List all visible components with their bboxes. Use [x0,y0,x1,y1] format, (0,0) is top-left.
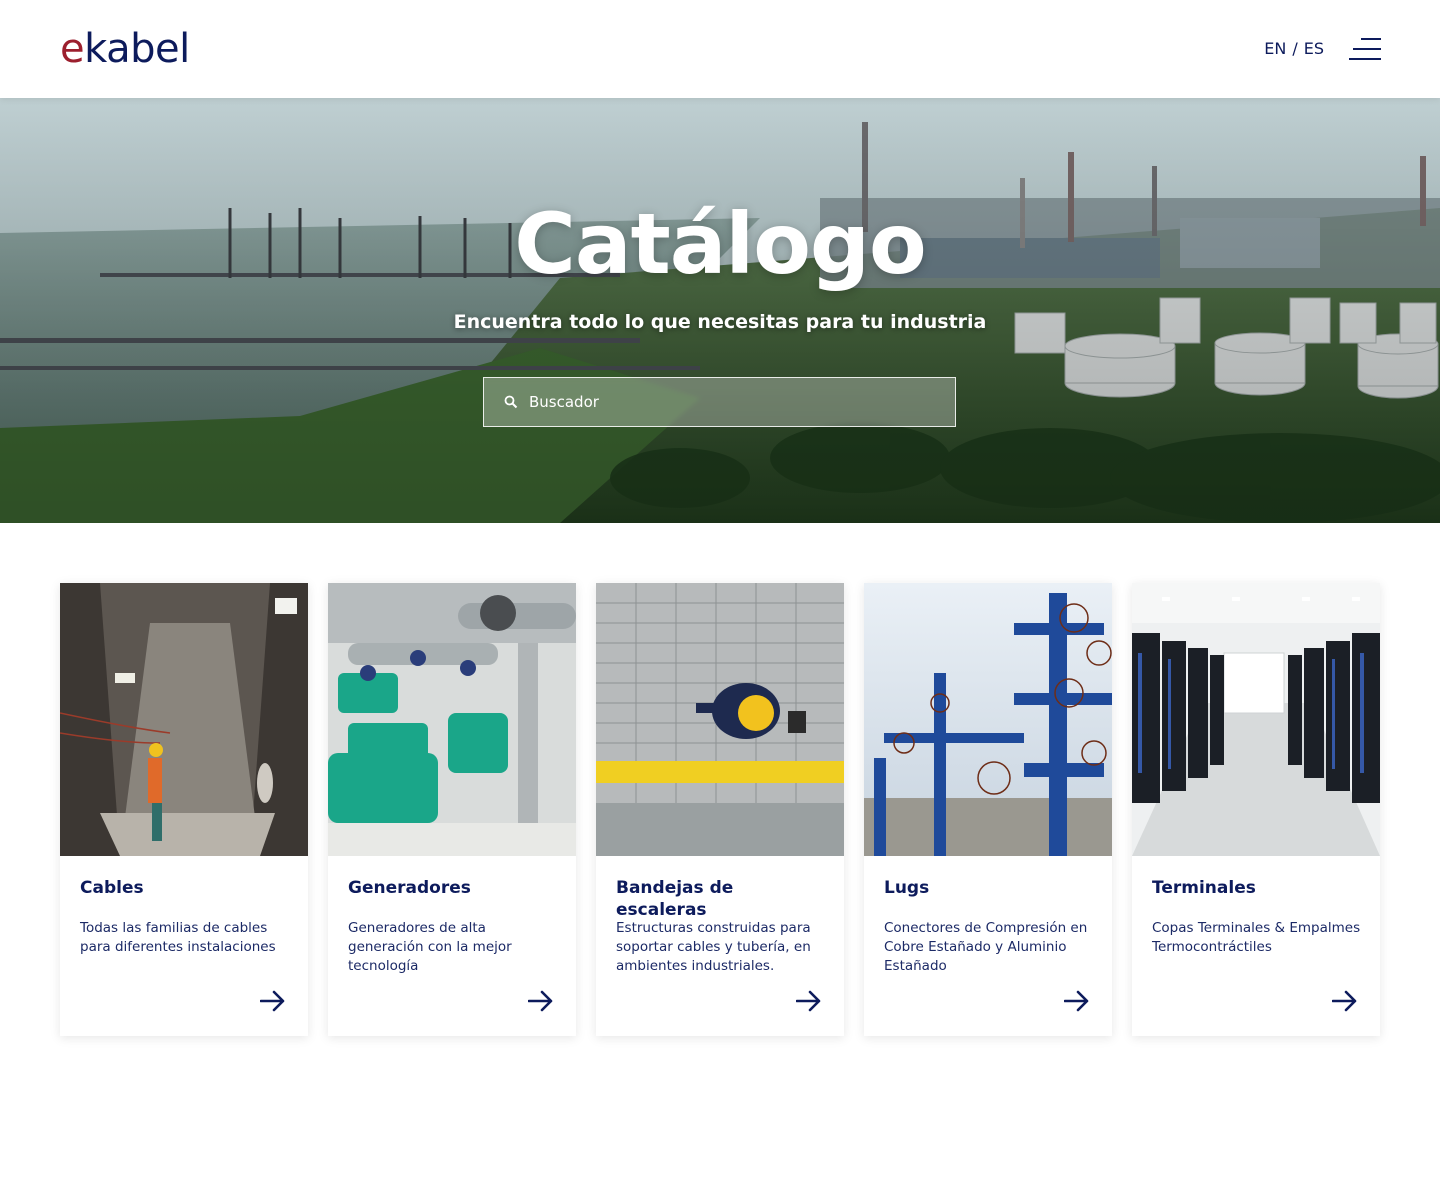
category-card-generadores[interactable]: Generadores Generadores de alta generaci… [328,583,576,1036]
search-icon [504,395,518,409]
search-input[interactable] [529,378,955,426]
category-card-cables[interactable]: Cables Todas las familias de cables para… [60,583,308,1036]
card-title: Terminales [1152,878,1256,898]
arrow-right-icon[interactable] [260,990,286,1012]
arrow-right-icon[interactable] [1064,990,1090,1012]
search-box [483,377,956,427]
card-description: Generadores de alta generación con la me… [348,920,512,974]
server-room-image [1132,583,1380,856]
hamburger-menu-icon[interactable] [1349,38,1381,60]
logo-e: e [60,26,85,72]
arrow-right-icon[interactable] [1332,990,1358,1012]
category-card-bandejas[interactable]: Bandejas de escaleras Estructuras constr… [596,583,844,1036]
wellhead-valves-image [864,583,1112,856]
lang-separator: / [1292,39,1298,58]
hero-banner: Catálogo Encuentra todo lo que necesitas… [0,98,1440,523]
arrow-right-icon[interactable] [796,990,822,1012]
page-title: Catálogo [514,195,927,293]
site-header: ekabel EN / ES [0,0,1440,98]
cable-tray-worker-image [596,583,844,856]
card-title: Generadores [348,878,471,898]
card-description: Conectores de Compresión en Cobre Estaña… [884,920,1088,974]
card-title: Bandejas de escaleras [616,878,734,920]
card-description: Copas Terminales & Empalmes Termocontrác… [1152,920,1361,955]
card-title: Cables [80,878,144,898]
page-subtitle: Encuentra todo lo que necesitas para tu … [453,311,987,333]
card-title: Lugs [884,878,930,898]
pump-generators-image [328,583,576,856]
arrow-right-icon[interactable] [528,990,554,1012]
lang-es-link[interactable]: ES [1304,39,1324,58]
language-switcher: EN / ES [1264,39,1324,59]
catalog-categories: Cables Todas las familias de cables para… [60,583,1380,1036]
category-card-terminales[interactable]: Terminales Copas Terminales & Empalmes T… [1132,583,1380,1036]
category-card-lugs[interactable]: Lugs Conectores de Compresión en Cobre E… [864,583,1112,1036]
card-description: Estructuras construidas para soportar ca… [616,920,811,974]
ekabel-logo[interactable]: ekabel [60,26,190,72]
lang-en-link[interactable]: EN [1264,39,1286,58]
tunnel-worker-image [60,583,308,856]
logo-wordmark: kabel [84,26,190,72]
card-description: Todas las familias de cables para difere… [80,920,276,955]
